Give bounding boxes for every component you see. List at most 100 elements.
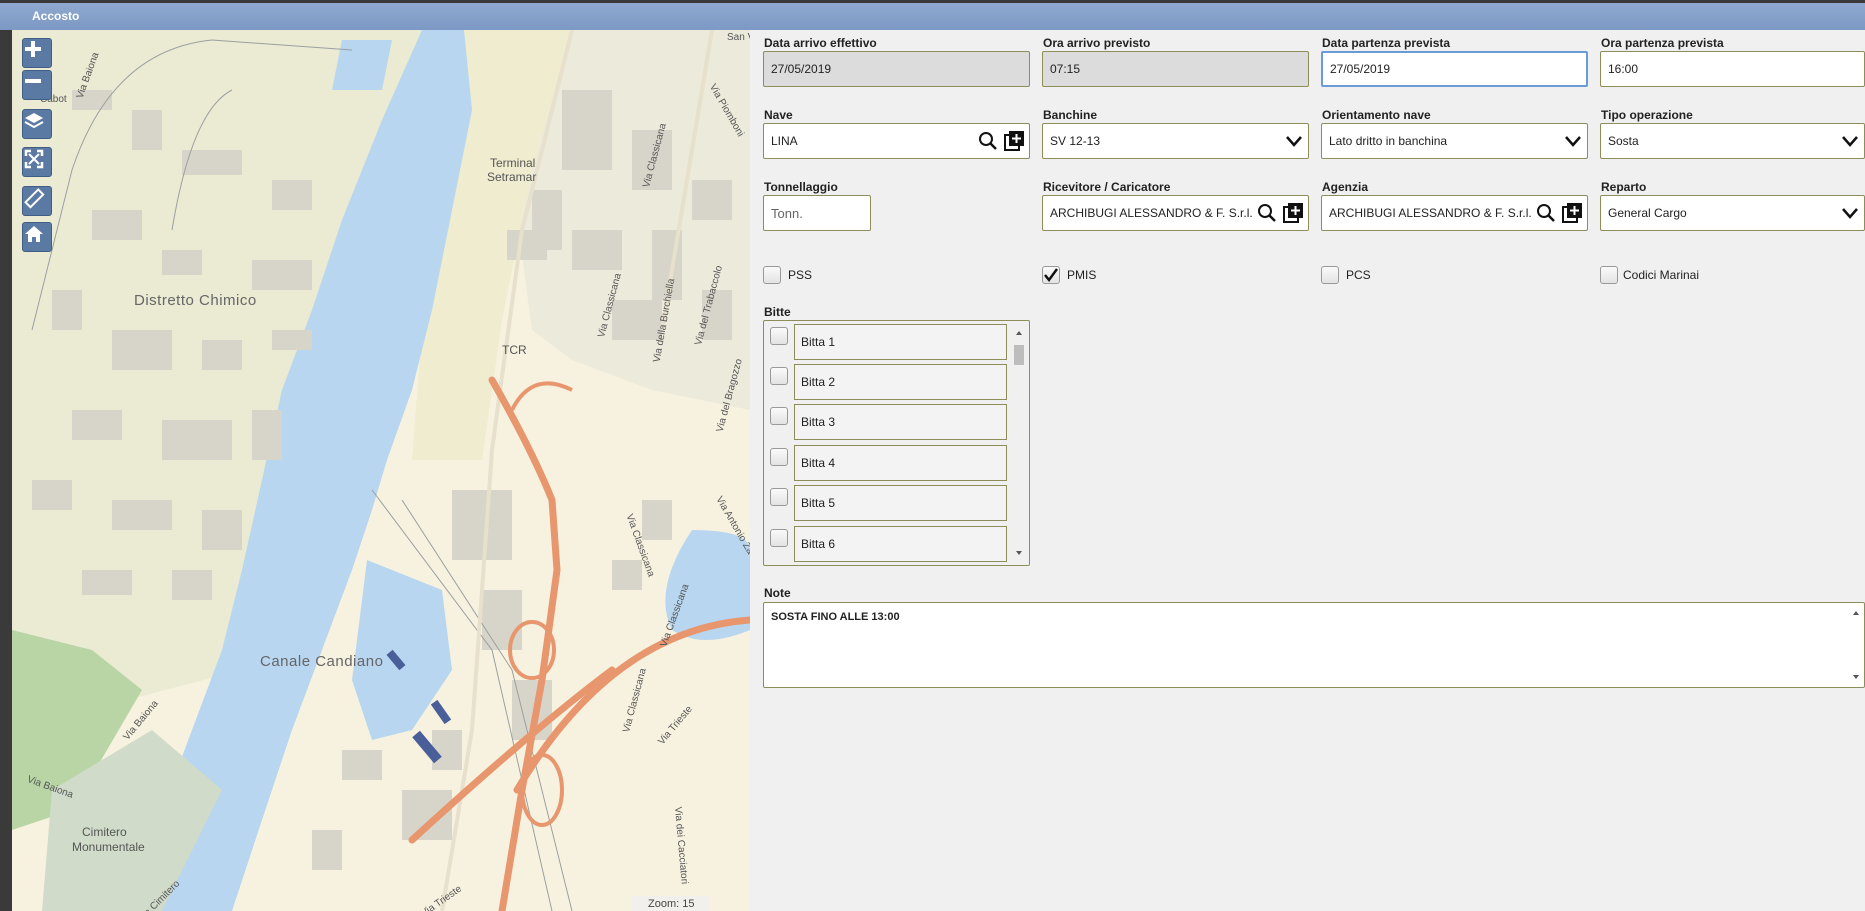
zoom-out-button[interactable] <box>22 70 52 100</box>
pcs-checkbox[interactable] <box>1321 266 1339 284</box>
ora-partenza-label: Ora partenza prevista <box>1601 36 1724 50</box>
ora-partenza-field[interactable]: 16:00 <box>1600 51 1865 87</box>
list-item[interactable]: Bitta 4 <box>764 442 1009 482</box>
accosto-form: Data arrivo effettivo 27/05/2019 Ora arr… <box>750 30 1865 911</box>
codici-marinai-checkbox[interactable] <box>1600 266 1618 284</box>
home-button[interactable] <box>22 222 52 252</box>
bitta-checkbox[interactable] <box>770 488 788 506</box>
search-icon[interactable] <box>977 130 999 152</box>
chevron-down-icon <box>1842 208 1858 219</box>
tonnellaggio-placeholder: Tonn. <box>771 205 803 221</box>
measure-button[interactable] <box>22 186 52 216</box>
add-icon[interactable] <box>1003 130 1025 152</box>
pss-checkbox[interactable] <box>763 266 781 284</box>
window-title: Accosto <box>32 9 80 23</box>
agenzia-label: Agenzia <box>1322 180 1369 194</box>
reparto-value: General Cargo <box>1608 206 1687 220</box>
orientamento-select[interactable]: Lato dritto in banchina <box>1321 123 1588 159</box>
bitta-checkbox[interactable] <box>770 529 788 547</box>
ora-arrivo-value: 07:15 <box>1050 62 1081 76</box>
bitta-checkbox[interactable] <box>770 448 788 466</box>
chevron-down-icon <box>1286 136 1302 147</box>
orientamento-label: Orientamento nave <box>1322 108 1431 122</box>
chevron-down-icon <box>1565 136 1581 147</box>
map-label-canale: Canale Candiano <box>260 653 384 670</box>
map-label-tcr: TCR <box>502 343 527 357</box>
note-textarea[interactable]: SOSTA FINO ALLE 13:00 <box>763 602 1865 688</box>
fullscreen-icon <box>24 149 44 169</box>
map-canvas <box>12 30 750 911</box>
bitte-list[interactable]: Bitta 1 Bitta 2 Bitta 3 Bitta 4 Bitta 5 … <box>763 320 1030 566</box>
bitta-name: Bitta 4 <box>794 445 1007 481</box>
checkmark-icon <box>1044 268 1059 283</box>
orientamento-value: Lato dritto in banchina <box>1329 134 1448 148</box>
nave-value: LINA <box>771 134 798 148</box>
data-arrivo-field[interactable]: 27/05/2019 <box>763 51 1030 87</box>
ricevitore-label: Ricevitore / Caricatore <box>1043 180 1171 194</box>
bitta-name: Bitta 3 <box>794 404 1007 440</box>
codici-marinai-label: Codici Marinai <box>1623 268 1700 282</box>
search-icon[interactable] <box>1256 202 1278 224</box>
list-item[interactable]: Bitta 2 <box>764 361 1009 401</box>
ora-arrivo-field[interactable]: 07:15 <box>1042 51 1309 87</box>
pmis-checkbox[interactable] <box>1042 266 1060 284</box>
zoom-readout: Zoom: 15 <box>632 896 711 911</box>
layers-icon <box>24 113 44 129</box>
bitte-scrollbar[interactable] <box>1011 323 1027 563</box>
map-label-terminal: Terminal <box>490 156 536 170</box>
data-partenza-field[interactable]: 27/05/2019 <box>1321 51 1588 87</box>
ruler-icon <box>24 188 45 209</box>
tipo-operazione-value: Sosta <box>1608 134 1639 148</box>
map-label-distretto: Distretto Chimico <box>134 292 257 309</box>
app-window: Accosto Distretto Chimico Canale Candian… <box>0 0 1865 911</box>
bitta-checkbox[interactable] <box>770 367 788 385</box>
tonnellaggio-input[interactable]: Tonn. <box>763 195 871 231</box>
bitte-label: Bitte <box>764 305 791 319</box>
list-item[interactable]: Bitta 3 <box>764 401 1009 441</box>
nave-field[interactable]: LINA <box>763 123 1030 159</box>
ora-arrivo-label: Ora arrivo previsto <box>1043 36 1151 50</box>
agenzia-value: ARCHIBUGI ALESSANDRO & F. S.r.l. <box>1329 206 1532 220</box>
bitta-name: Bitta 5 <box>794 485 1007 521</box>
bitta-name: Bitta 2 <box>794 364 1007 400</box>
data-arrivo-value: 27/05/2019 <box>771 62 832 76</box>
list-item[interactable]: Bitta 1 <box>764 321 1009 361</box>
nave-label: Nave <box>764 108 793 122</box>
window-titlebar: Accosto <box>0 0 1865 30</box>
zoom-in-button[interactable] <box>22 38 52 68</box>
ricevitore-value: ARCHIBUGI ALESSANDRO & F. S.r.l. <box>1050 206 1253 220</box>
data-partenza-label: Data partenza prevista <box>1322 36 1451 50</box>
map-view[interactable]: Distretto Chimico Canale Candiano Termin… <box>12 30 750 911</box>
agenzia-field[interactable]: ARCHIBUGI ALESSANDRO & F. S.r.l. <box>1321 195 1588 231</box>
map-label-san-v: San V <box>727 32 750 43</box>
note-label: Note <box>764 586 791 600</box>
pss-label: PSS <box>788 268 813 282</box>
reparto-label: Reparto <box>1601 180 1647 194</box>
banchine-select[interactable]: SV 12-13 <box>1042 123 1309 159</box>
add-icon[interactable] <box>1561 202 1583 224</box>
reparto-select[interactable]: General Cargo <box>1600 195 1865 231</box>
pmis-label: PMIS <box>1067 268 1097 282</box>
tonnellaggio-label: Tonnellaggio <box>764 180 838 194</box>
list-item[interactable]: Bitta 5 <box>764 482 1009 522</box>
zoom-out-icon <box>25 79 41 83</box>
tipo-operazione-select[interactable]: Sosta <box>1600 123 1865 159</box>
bitta-name: Bitta 6 <box>794 526 1007 562</box>
note-scrollbar[interactable] <box>1851 607 1861 683</box>
fullscreen-button[interactable] <box>22 147 52 177</box>
note-value: SOSTA FINO ALLE 13:00 <box>771 611 900 623</box>
bitta-checkbox[interactable] <box>770 407 788 425</box>
bitta-checkbox[interactable] <box>770 327 788 345</box>
list-item[interactable]: Bitta 6 <box>764 523 1009 563</box>
map-label-monumentale: Monumentale <box>72 840 145 854</box>
zoom-in-icon <box>25 41 41 57</box>
data-arrivo-label: Data arrivo effettivo <box>764 36 877 50</box>
banchine-value: SV 12-13 <box>1050 134 1101 148</box>
layers-button[interactable] <box>22 109 52 139</box>
tipo-operazione-label: Tipo operazione <box>1601 108 1693 122</box>
add-icon[interactable] <box>1282 202 1304 224</box>
search-icon[interactable] <box>1535 202 1557 224</box>
banchine-label: Banchine <box>1043 108 1098 122</box>
scrollbar-track <box>1014 331 1024 555</box>
ricevitore-field[interactable]: ARCHIBUGI ALESSANDRO & F. S.r.l. <box>1042 195 1309 231</box>
